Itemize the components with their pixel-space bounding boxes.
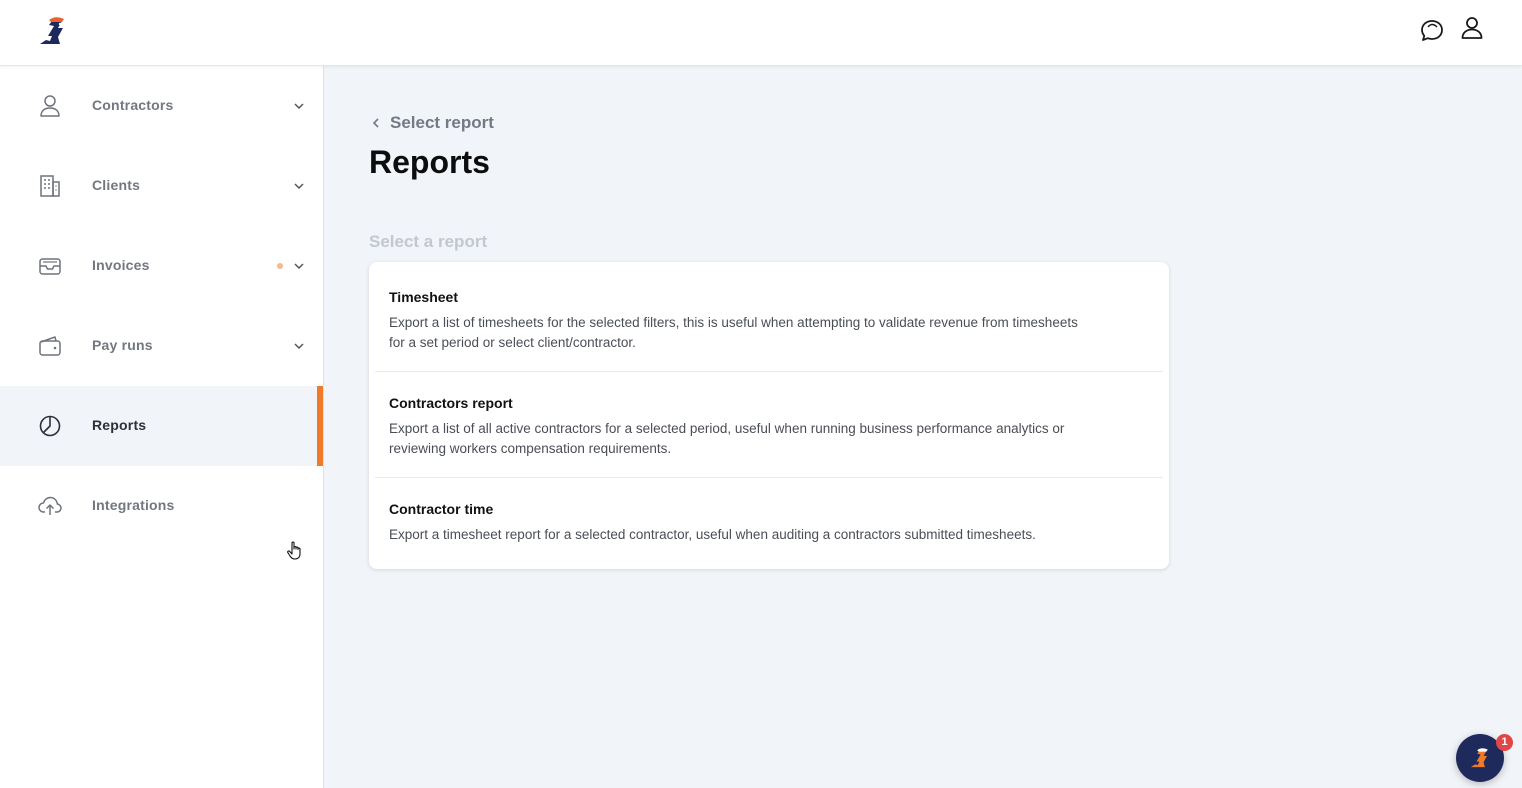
chevron-down-icon[interactable] (293, 260, 305, 272)
sidebar-item-integrations[interactable]: Integrations (0, 466, 323, 546)
report-description: Export a list of all active contractors … (389, 421, 1065, 456)
chat-icon[interactable] (1419, 18, 1445, 44)
notification-dot (277, 263, 283, 269)
zeeko-logo-icon[interactable] (36, 14, 70, 48)
sidebar-item-invoices[interactable]: Invoices (0, 226, 323, 306)
sidebar-item-pay-runs[interactable]: Pay runs (0, 306, 323, 386)
sidebar-item-reports[interactable]: Reports (0, 386, 323, 466)
hand-cursor-icon (287, 541, 301, 560)
top-bar (0, 0, 1522, 66)
sidebar-item-contractors[interactable]: Contractors (0, 66, 323, 146)
sidebar-item-label: Contractors (92, 97, 174, 113)
section-label: Select a report (369, 232, 488, 251)
zeeko-logo-icon (1470, 748, 1488, 768)
report-title: Contractor time (389, 501, 494, 517)
back-link[interactable]: Select report (370, 112, 494, 134)
sidebar-item-label: Integrations (92, 497, 175, 513)
report-option-contractors-report[interactable]: Contractors report Export a list of all … (369, 372, 1169, 477)
chevron-left-icon (372, 118, 379, 128)
building-icon (40, 175, 60, 197)
report-list: Timesheet Export a list of timesheets fo… (369, 262, 1169, 569)
pie-chart-icon (39, 415, 61, 437)
user-icon (40, 95, 60, 117)
back-link-label: Select report (390, 113, 494, 132)
sidebar-item-label: Pay runs (92, 337, 153, 353)
cloud-upload-icon (38, 496, 62, 515)
report-option-contractor-time[interactable]: Contractor time Export a timesheet repor… (369, 478, 1169, 569)
report-title: Timesheet (389, 289, 458, 305)
sidebar-item-label: Reports (92, 417, 147, 433)
report-description: Export a timesheet report for a selected… (389, 527, 1036, 542)
sidebar-item-label: Clients (92, 177, 141, 193)
user-icon[interactable] (1459, 15, 1485, 41)
chevron-down-icon[interactable] (293, 100, 305, 112)
active-indicator (317, 386, 323, 466)
sidebar-item-clients[interactable]: Clients (0, 146, 323, 226)
chevron-down-icon[interactable] (293, 340, 305, 352)
report-title: Contractors report (389, 395, 513, 411)
sidebar: Contractors Clients Invoices Pay runs Re… (0, 66, 324, 788)
report-description: Export a list of timesheets for the sele… (389, 315, 1078, 350)
page-title: Reports (369, 144, 490, 180)
sidebar-item-label: Invoices (92, 257, 150, 273)
report-option-timesheet[interactable]: Timesheet Export a list of timesheets fo… (369, 262, 1169, 371)
inbox-icon (39, 258, 61, 275)
chat-notification-badge: 1 (1496, 734, 1513, 751)
chevron-down-icon[interactable] (293, 180, 305, 192)
wallet-icon (39, 336, 61, 356)
